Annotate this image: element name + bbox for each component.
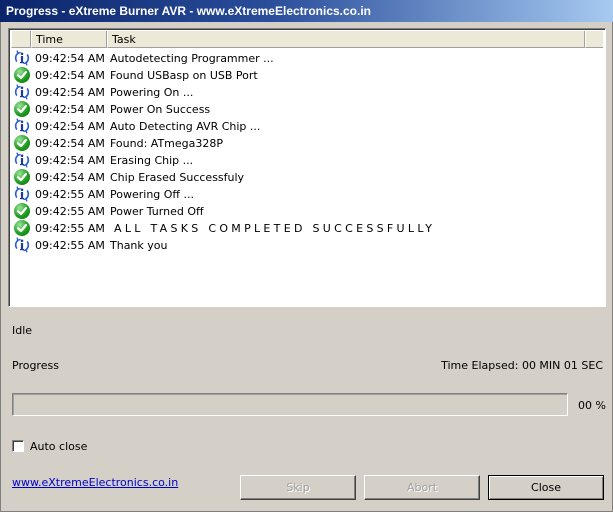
check-icon	[14, 67, 30, 83]
window-title: Progress - eXtreme Burner AVR - www.eXtr…	[0, 0, 613, 22]
table-row[interactable]: 09:42:54 AM Autodetecting Programmer ...	[11, 50, 603, 67]
abort-button[interactable]: Abort	[364, 475, 480, 500]
progress-percent: 00 %	[578, 399, 606, 412]
row-task: Found USBasp on USB Port	[110, 69, 258, 82]
auto-close-label[interactable]: Auto close	[30, 440, 87, 453]
row-task: Powering On ...	[110, 86, 194, 99]
progress-label: Progress	[12, 359, 59, 372]
column-header-task[interactable]: Task	[107, 31, 585, 48]
row-time: 09:42:54 AM	[35, 171, 105, 184]
check-icon	[14, 135, 30, 151]
website-link[interactable]: www.eXtremeElectronics.co.in	[12, 476, 178, 489]
row-time: 09:42:54 AM	[35, 103, 105, 116]
table-row[interactable]: 09:42:55 AM Powering Off ...	[11, 186, 603, 203]
task-rows: 09:42:54 AM Autodetecting Programmer ... 0…	[11, 50, 603, 254]
row-time: 09:42:55 AM	[35, 222, 105, 235]
task-log-list[interactable]: Time Task 09:42:54 AM Autodetecting Progr…	[8, 28, 606, 307]
row-task: Powering Off ...	[110, 188, 194, 201]
table-row[interactable]: 09:42:55 AM Power Turned Off	[11, 203, 603, 220]
skip-button[interactable]: Skip	[240, 475, 356, 500]
list-header: Time Task	[11, 31, 603, 48]
row-task: Power On Success	[110, 103, 211, 116]
column-header-icon[interactable]	[11, 31, 31, 48]
check-icon	[14, 203, 30, 219]
table-row[interactable]: 09:42:54 AM Chip Erased Successfuly	[11, 169, 603, 186]
column-header-time[interactable]: Time	[31, 31, 107, 48]
row-task: Auto Detecting AVR Chip ...	[110, 120, 261, 133]
table-row[interactable]: 09:42:54 AM Found: ATmega328P	[11, 135, 603, 152]
row-time: 09:42:55 AM	[35, 188, 105, 201]
check-icon	[14, 101, 30, 117]
table-row[interactable]: 09:42:54 AM Auto Detecting AVR Chip ...	[11, 118, 603, 135]
row-task: Autodetecting Programmer ...	[110, 52, 274, 65]
auto-close-checkbox[interactable]	[12, 440, 24, 452]
row-task: Power Turned Off	[110, 205, 204, 218]
table-row[interactable]: 09:42:54 AM Found USBasp on USB Port	[11, 67, 603, 84]
row-task: Erasing Chip ...	[110, 154, 194, 167]
row-time: 09:42:55 AM	[35, 205, 105, 218]
check-icon	[14, 220, 30, 236]
table-row[interactable]: 09:42:54 AM Powering On ...	[11, 84, 603, 101]
info-icon	[14, 152, 30, 168]
status-text: Idle	[12, 324, 33, 337]
table-row[interactable]: 09:42:55 AM Thank you	[11, 237, 603, 254]
row-task: ALL TASKS COMPLETED SUCCESSFULLY	[114, 222, 436, 235]
info-icon	[14, 186, 30, 202]
info-icon	[14, 50, 30, 66]
check-icon	[14, 169, 30, 185]
table-row[interactable]: 09:42:54 AM Power On Success	[11, 101, 603, 118]
table-row[interactable]: 09:42:54 AM Erasing Chip ...	[11, 152, 603, 169]
row-time: 09:42:54 AM	[35, 86, 105, 99]
table-row[interactable]: 09:42:55 AM ALL TASKS COMPLETED SUCCESSFU…	[11, 220, 603, 237]
close-button[interactable]: Close	[488, 475, 604, 500]
row-task: Thank you	[110, 239, 168, 252]
column-header-filler	[585, 31, 603, 48]
row-time: 09:42:54 AM	[35, 69, 105, 82]
info-icon	[14, 237, 30, 253]
row-time: 09:42:55 AM	[35, 239, 105, 252]
info-icon	[14, 118, 30, 134]
row-time: 09:42:54 AM	[35, 154, 105, 167]
row-task: Chip Erased Successfuly	[110, 171, 245, 184]
info-icon	[14, 84, 30, 100]
row-time: 09:42:54 AM	[35, 137, 105, 150]
progress-bar	[12, 393, 568, 416]
row-time: 09:42:54 AM	[35, 52, 105, 65]
row-task: Found: ATmega328P	[110, 137, 224, 150]
time-elapsed: Time Elapsed: 00 MIN 01 SEC	[441, 359, 603, 372]
row-time: 09:42:54 AM	[35, 120, 105, 133]
